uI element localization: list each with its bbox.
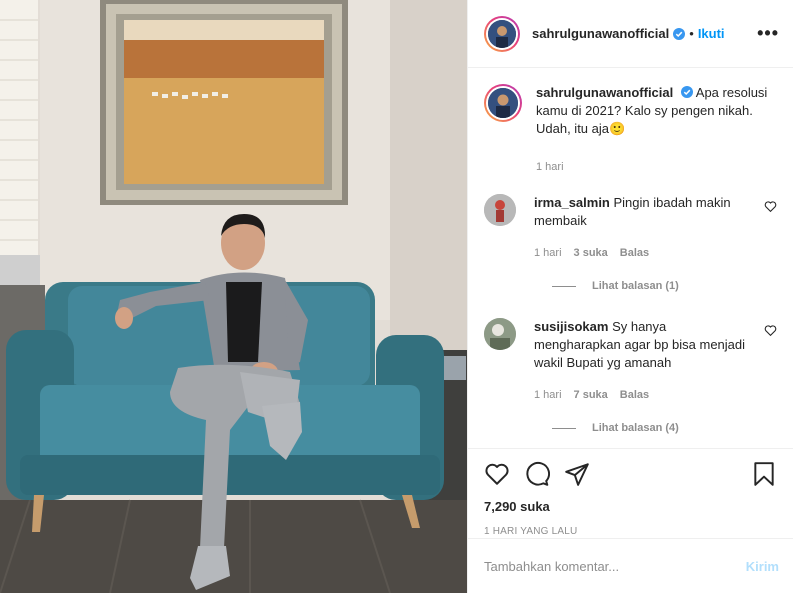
caption-username[interactable]: sahrulgunawanofficial <box>536 85 673 100</box>
likes-count[interactable]: 7,290 suka <box>484 499 777 514</box>
replies-divider <box>552 285 576 287</box>
reply-button[interactable]: Balas <box>620 386 649 404</box>
caption-meta: 1 hari <box>536 158 777 176</box>
comment-username[interactable]: irma_salmin <box>534 195 610 210</box>
comment-body: irma_salmin Pingin ibadah makin membaik … <box>534 194 756 262</box>
post-header: sahrulgunawanofficial • Ikuti ••• <box>468 0 793 68</box>
comment-meta: 1 hari 3 suka Balas <box>534 244 756 262</box>
follow-button[interactable]: Ikuti <box>698 26 725 41</box>
header-separator: • <box>689 26 694 41</box>
avatar-photo <box>484 194 516 226</box>
comment-thread: susijisokam Sy hanya mengharapkan agar b… <box>484 318 793 434</box>
post-photo[interactable] <box>0 0 467 593</box>
avatar-image <box>488 88 518 118</box>
action-icons <box>484 459 777 489</box>
post-time[interactable]: 1 HARI YANG LALU <box>484 526 777 537</box>
view-replies-button[interactable]: Lihat balasan (1) <box>552 280 793 292</box>
verified-badge-icon <box>673 27 686 40</box>
replies-divider <box>552 427 576 429</box>
comment-thread: irma_salmin Pingin ibadah makin membaik … <box>484 194 793 292</box>
header-username[interactable]: sahrulgunawanofficial <box>532 26 669 41</box>
comment-username[interactable]: susijisokam <box>534 319 608 334</box>
comments-list[interactable]: sahrulgunawanofficial Apa resolusi kamu … <box>468 68 793 448</box>
more-options-icon[interactable]: ••• <box>757 23 779 44</box>
comment-like-icon[interactable] <box>764 200 777 213</box>
heart-icon[interactable] <box>484 461 510 487</box>
view-replies-label: Lihat balasan (4) <box>592 422 679 434</box>
post-side-panel: sahrulgunawanofficial • Ikuti ••• sahrul… <box>467 0 793 593</box>
bookmark-icon[interactable] <box>751 461 777 487</box>
post-comment-button[interactable]: Kirim <box>746 559 779 574</box>
comment-body: susijisokam Sy hanya mengharapkan agar b… <box>534 318 756 404</box>
avatar-photo <box>484 318 516 350</box>
comment-input[interactable] <box>484 558 746 574</box>
reply-button[interactable]: Balas <box>620 244 649 262</box>
caption-body: sahrulgunawanofficial Apa resolusi kamu … <box>536 84 777 176</box>
profile-avatar[interactable] <box>484 15 520 52</box>
avatar-photo <box>488 88 518 118</box>
comment-time[interactable]: 1 hari <box>534 386 562 404</box>
caption: sahrulgunawanofficial Apa resolusi kamu … <box>484 84 793 176</box>
view-replies-button[interactable]: Lihat balasan (4) <box>552 422 793 434</box>
comment-likes[interactable]: 3 suka <box>574 244 608 262</box>
commenter-avatar[interactable] <box>484 194 516 226</box>
commenter-avatar[interactable] <box>484 318 516 350</box>
comment-meta: 1 hari 7 suka Balas <box>534 386 756 404</box>
comment-like-icon[interactable] <box>764 324 777 337</box>
comment-time[interactable]: 1 hari <box>534 244 562 262</box>
caption-avatar[interactable] <box>484 84 522 122</box>
add-comment-bar: Kirim <box>468 538 793 593</box>
post-photo-image <box>0 0 467 593</box>
comment-icon[interactable] <box>524 461 550 487</box>
comment: irma_salmin Pingin ibadah makin membaik … <box>484 194 793 262</box>
post-actions: 7,290 suka 1 HARI YANG LALU <box>468 448 793 537</box>
avatar-image <box>488 19 516 48</box>
avatar-photo <box>488 19 516 48</box>
share-icon[interactable] <box>564 461 590 487</box>
comment-likes[interactable]: 7 suka <box>574 386 608 404</box>
view-replies-label: Lihat balasan (1) <box>592 280 679 292</box>
comment: susijisokam Sy hanya mengharapkan agar b… <box>484 318 793 404</box>
smile-emoji-icon: 🙂 <box>609 121 626 136</box>
caption-time[interactable]: 1 hari <box>536 158 564 176</box>
verified-badge-icon <box>680 86 693 98</box>
